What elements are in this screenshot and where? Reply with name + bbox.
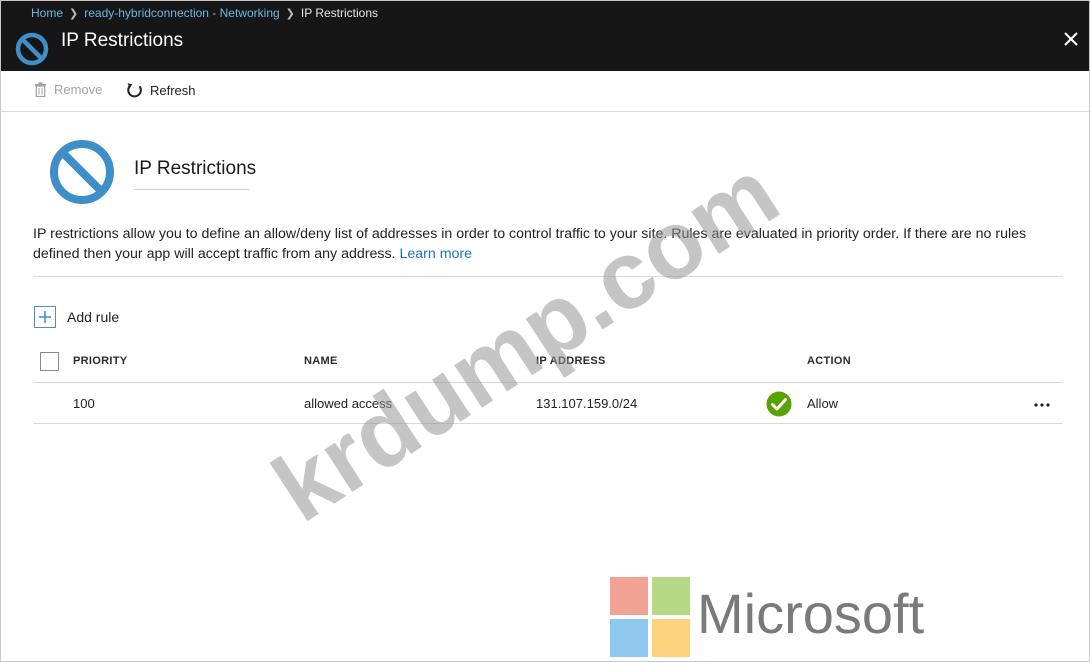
breadcrumb-current: IP Restrictions <box>300 6 379 20</box>
plus-icon <box>34 306 56 328</box>
blade-title: IP Restrictions <box>61 30 184 51</box>
table-row[interactable]: 100 allowed access 131.107.159.0/24 Allo… <box>33 383 1063 424</box>
cell-action: Allow <box>807 396 839 411</box>
add-rule-label: Add rule <box>67 309 120 325</box>
column-header-action[interactable]: ACTION <box>807 355 851 367</box>
select-all-checkbox[interactable] <box>40 352 59 371</box>
breadcrumb: Home ❯ ready-hybridconnection - Networki… <box>31 6 378 20</box>
blade-header: Home ❯ ready-hybridconnection - Networki… <box>1 1 1089 71</box>
microsoft-logo-icon <box>610 577 690 657</box>
cell-name: allowed access <box>304 396 393 411</box>
blocked-circle-icon <box>50 140 114 204</box>
ip-restrictions-blade: Home ❯ ready-hybridconnection - Networki… <box>0 0 1090 662</box>
watermark-text: krdump.com <box>255 138 797 543</box>
column-header-priority[interactable]: PRIORITY <box>73 355 127 367</box>
description-text: IP restrictions allow you to define an a… <box>33 224 1068 264</box>
chevron-right-icon: ❯ <box>69 7 79 20</box>
blocked-circle-icon <box>15 32 49 66</box>
add-rule-button[interactable]: Add rule <box>34 306 119 328</box>
check-circle-icon <box>766 391 792 417</box>
title-divider <box>134 189 249 190</box>
remove-label: Remove <box>54 82 103 97</box>
column-header-name[interactable]: NAME <box>304 355 338 367</box>
refresh-icon <box>127 83 142 98</box>
column-header-ip-address[interactable]: IP ADDRESS <box>536 355 606 367</box>
page-title: IP Restrictions <box>134 158 257 179</box>
chevron-right-icon: ❯ <box>285 7 295 20</box>
breadcrumb-home[interactable]: Home <box>31 6 63 20</box>
more-options-icon[interactable] <box>1031 393 1053 413</box>
cell-ip-address: 131.107.159.0/24 <box>536 396 638 411</box>
cell-priority: 100 <box>73 396 95 411</box>
breadcrumb-networking[interactable]: ready-hybridconnection - Networking <box>84 6 279 20</box>
description-body: IP restrictions allow you to define an a… <box>33 226 1027 262</box>
microsoft-logo-text: Microsoft <box>697 582 925 645</box>
section-divider <box>33 276 1063 277</box>
close-icon <box>1064 32 1078 46</box>
trash-icon <box>35 82 46 97</box>
refresh-label: Refresh <box>150 83 196 98</box>
learn-more-link[interactable]: Learn more <box>399 246 472 262</box>
close-button[interactable] <box>1059 27 1083 51</box>
refresh-button[interactable]: Refresh <box>126 82 196 99</box>
command-bar: Remove Refresh <box>1 71 1089 112</box>
remove-button[interactable]: Remove <box>34 82 102 97</box>
